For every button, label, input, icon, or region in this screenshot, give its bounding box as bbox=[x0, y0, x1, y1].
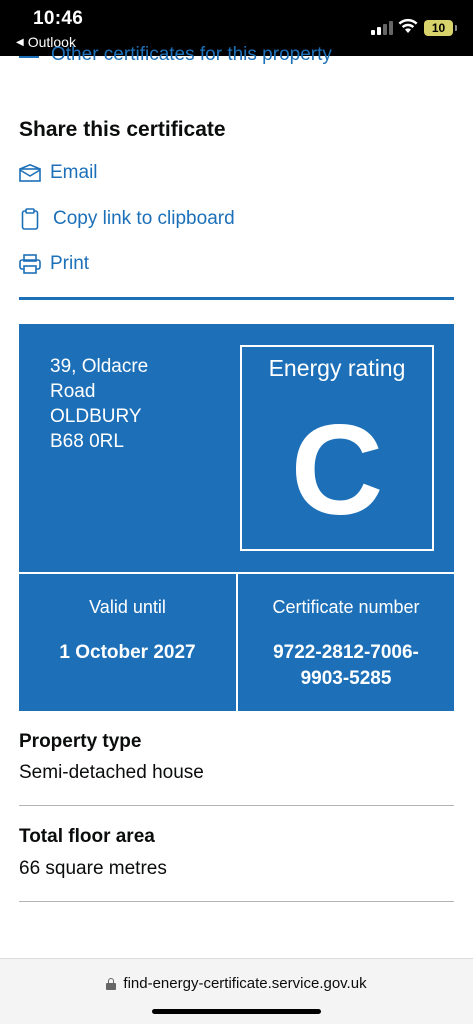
browser-address-bar[interactable]: find-energy-certificate.service.gov.uk bbox=[0, 958, 473, 1024]
address-line: OLDBURY bbox=[50, 406, 142, 427]
list-icon bbox=[19, 56, 39, 58]
certificate-number-label: Certificate number bbox=[272, 597, 420, 617]
wifi-icon bbox=[398, 18, 418, 33]
certificate-summary: 39, Oldacre Road OLDBURY B68 0RL Energy … bbox=[19, 324, 454, 711]
energy-rating-box: Energy rating C bbox=[240, 345, 434, 551]
other-certificates-link[interactable]: Other certificates for this property bbox=[19, 42, 459, 66]
certificate-number-line: 9722-2812-7006- bbox=[273, 642, 419, 663]
valid-until-value: 1 October 2027 bbox=[59, 642, 196, 663]
property-address: 39, Oldacre Road OLDBURY B68 0RL bbox=[50, 354, 200, 454]
valid-until-cell: Valid until 1 October 2027 bbox=[19, 574, 236, 711]
lock-icon bbox=[106, 977, 117, 990]
energy-rating-value: C bbox=[290, 399, 384, 542]
property-type-label: Property type bbox=[19, 731, 142, 752]
url-text: find-energy-certificate.service.gov.uk bbox=[123, 975, 367, 992]
share-title: Share this certificate bbox=[19, 118, 226, 141]
other-certificates-label: Other certificates for this property bbox=[51, 44, 332, 65]
status-time: 10:46 bbox=[33, 8, 84, 29]
address-line: Road bbox=[50, 381, 96, 402]
property-type-value: Semi-detached house bbox=[19, 762, 204, 783]
certificate-number-cell: Certificate number 9722-2812-7006- 9903-… bbox=[238, 574, 454, 711]
row-divider bbox=[19, 805, 454, 806]
address-line: B68 0RL bbox=[50, 431, 124, 452]
certificate-number-value: 9722-2812-7006- 9903-5285 bbox=[238, 640, 454, 692]
floor-area-value: 66 square metres bbox=[19, 858, 167, 879]
print-label: Print bbox=[50, 253, 90, 274]
share-email-link[interactable]: Email bbox=[19, 162, 98, 184]
energy-rating-label: Energy rating bbox=[268, 355, 406, 381]
copy-link-label: Copy link to clipboard bbox=[53, 208, 235, 229]
envelope-icon bbox=[19, 162, 41, 184]
battery-icon: 10 bbox=[424, 20, 457, 36]
email-label: Email bbox=[50, 162, 98, 183]
certificate-number-line: 9903-5285 bbox=[300, 668, 392, 689]
url-display[interactable]: find-energy-certificate.service.gov.uk bbox=[0, 975, 473, 992]
print-button[interactable]: Print bbox=[19, 253, 89, 275]
row-divider bbox=[19, 901, 454, 902]
clipboard-icon bbox=[19, 208, 41, 230]
copy-link-button[interactable]: Copy link to clipboard bbox=[19, 208, 235, 230]
home-indicator[interactable] bbox=[152, 1009, 321, 1014]
floor-area-label: Total floor area bbox=[19, 826, 155, 847]
signal-icon bbox=[371, 21, 393, 35]
address-line: 39, Oldacre bbox=[50, 356, 149, 377]
valid-until-label: Valid until bbox=[89, 597, 166, 617]
section-divider bbox=[19, 297, 454, 300]
printer-icon bbox=[19, 253, 41, 275]
